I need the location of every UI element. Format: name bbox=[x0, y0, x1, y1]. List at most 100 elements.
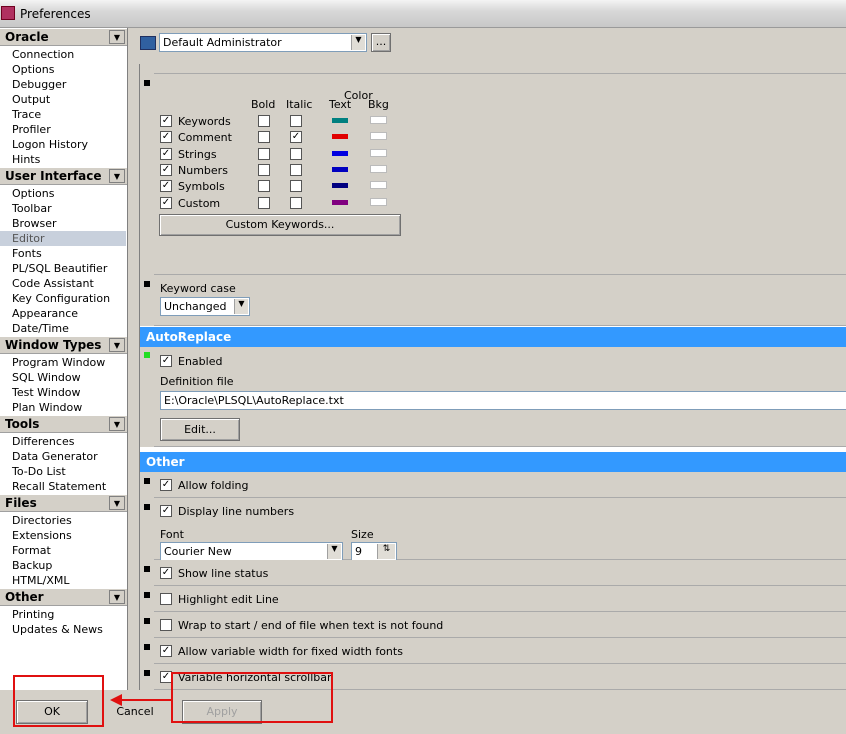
chevron-down-icon[interactable]: ▼ bbox=[109, 590, 125, 604]
chevron-down-icon[interactable]: ▼ bbox=[109, 496, 125, 510]
category-user-interface[interactable]: User Interface ▼ bbox=[0, 168, 127, 185]
sidebar-item-backup[interactable]: Backup bbox=[12, 558, 126, 573]
bold-checkbox[interactable] bbox=[258, 180, 270, 193]
chevron-down-icon[interactable]: ▼ bbox=[109, 338, 125, 352]
category-window-types[interactable]: Window Types ▼ bbox=[0, 337, 127, 354]
bold-checkbox[interactable] bbox=[258, 147, 270, 160]
display-line-numbers-label: Display line numbers bbox=[178, 505, 295, 518]
highlight-edit-line-checkbox[interactable] bbox=[160, 593, 172, 605]
text-color-swatch[interactable] bbox=[332, 118, 348, 123]
bkg-color-swatch[interactable] bbox=[370, 148, 387, 157]
italic-checkbox[interactable] bbox=[290, 115, 302, 127]
sidebar-item-printing[interactable]: Printing bbox=[12, 607, 126, 622]
bkg-color-swatch[interactable] bbox=[370, 164, 387, 173]
sidebar-item-hints[interactable]: Hints bbox=[12, 152, 126, 167]
sidebar-item-options[interactable]: Options bbox=[12, 186, 126, 201]
sidebar-item-pl-sql-beautifier[interactable]: PL/SQL Beautifier bbox=[12, 261, 126, 276]
sidebar-item-directories[interactable]: Directories bbox=[12, 513, 126, 528]
sidebar-item-code-assistant[interactable]: Code Assistant bbox=[12, 276, 126, 291]
syntax-enable-custom[interactable]: ✓ bbox=[160, 196, 172, 209]
sidebar-item-trace[interactable]: Trace bbox=[12, 107, 126, 122]
sidebar-item-key-configuration[interactable]: Key Configuration bbox=[12, 291, 126, 306]
text-color-swatch[interactable] bbox=[332, 134, 348, 140]
italic-checkbox[interactable] bbox=[290, 163, 302, 176]
sidebar-item-to-do-list[interactable]: To-Do List bbox=[12, 464, 126, 479]
text-color-swatch[interactable] bbox=[332, 199, 348, 205]
sidebar-item-updates-news[interactable]: Updates & News bbox=[12, 622, 126, 637]
edit-button[interactable]: Edit... bbox=[160, 418, 240, 441]
bkg-color-swatch[interactable] bbox=[370, 132, 387, 141]
section-gutter bbox=[140, 347, 154, 447]
spin-arrows-icon[interactable]: ⇅ bbox=[377, 544, 395, 559]
sidebar-item-debugger[interactable]: Debugger bbox=[12, 77, 126, 92]
wrap-search-checkbox[interactable] bbox=[160, 619, 172, 631]
italic-checkbox[interactable] bbox=[290, 180, 302, 193]
category-other[interactable]: Other ▼ bbox=[0, 589, 127, 606]
text-color-swatch[interactable] bbox=[332, 166, 348, 172]
bkg-color-swatch[interactable] bbox=[370, 116, 387, 124]
sidebar-item-profiler[interactable]: Profiler bbox=[12, 122, 126, 137]
profile-more-button[interactable]: ... bbox=[371, 33, 391, 52]
sidebar-item-editor[interactable]: Editor bbox=[0, 231, 126, 246]
display-line-numbers-checkbox[interactable]: ✓ bbox=[160, 505, 172, 517]
profile-select[interactable]: Default Administrator ▼ bbox=[159, 33, 367, 52]
sidebar-item-date-time[interactable]: Date/Time bbox=[12, 321, 126, 336]
sidebar-item-toolbar[interactable]: Toolbar bbox=[12, 201, 126, 216]
syntax-label-custom: Custom bbox=[178, 196, 221, 210]
sidebar-item-fonts[interactable]: Fonts bbox=[12, 246, 126, 261]
keyword-case-select[interactable]: Unchanged ▼ bbox=[160, 297, 250, 316]
allow-folding-checkbox[interactable]: ✓ bbox=[160, 479, 172, 491]
show-line-status-checkbox[interactable]: ✓ bbox=[160, 567, 172, 579]
syntax-enable-keywords[interactable]: ✓ bbox=[160, 115, 172, 127]
category-oracle[interactable]: Oracle ▼ bbox=[0, 29, 127, 46]
editor-preferences-panel: Default Administrator ▼ ... Color Bold Ita… bbox=[129, 28, 846, 716]
syntax-enable-comment[interactable]: ✓ bbox=[160, 131, 172, 144]
syntax-enable-symbols[interactable]: ✓ bbox=[160, 180, 172, 193]
sidebar-item-connection[interactable]: Connection bbox=[12, 47, 126, 62]
text-color-swatch[interactable] bbox=[332, 150, 348, 156]
sidebar-item-options[interactable]: Options bbox=[12, 62, 126, 77]
sidebar-item-test-window[interactable]: Test Window bbox=[12, 385, 126, 400]
bold-checkbox[interactable] bbox=[258, 115, 270, 127]
italic-checkbox[interactable]: ✓ bbox=[290, 131, 302, 144]
syntax-label-keywords: Keywords bbox=[178, 115, 231, 128]
sidebar-item-data-generator[interactable]: Data Generator bbox=[12, 449, 126, 464]
sidebar-item-differences[interactable]: Differences bbox=[12, 434, 126, 449]
syntax-enable-strings[interactable]: ✓ bbox=[160, 147, 172, 160]
section-gutter bbox=[140, 498, 154, 560]
category-files[interactable]: Files ▼ bbox=[0, 495, 127, 512]
autoreplace-enabled-checkbox[interactable]: ✓ bbox=[160, 355, 172, 367]
bkg-color-swatch[interactable] bbox=[370, 181, 387, 190]
sidebar-item-recall-statement[interactable]: Recall Statement bbox=[12, 479, 126, 494]
bkg-color-swatch[interactable] bbox=[370, 197, 387, 206]
chevron-down-icon[interactable]: ▼ bbox=[109, 169, 125, 183]
sidebar-item-format[interactable]: Format bbox=[12, 543, 126, 558]
sidebar-item-html-xml[interactable]: HTML/XML bbox=[12, 573, 126, 588]
chevron-down-icon[interactable]: ▼ bbox=[109, 417, 125, 431]
chevron-down-icon[interactable]: ▼ bbox=[109, 30, 125, 44]
bold-checkbox[interactable] bbox=[258, 131, 270, 144]
sidebar-item-browser[interactable]: Browser bbox=[12, 216, 126, 231]
sidebar-item-plan-window[interactable]: Plan Window bbox=[12, 400, 126, 415]
font-select[interactable]: Courier New ▼ bbox=[160, 542, 343, 561]
category-tools[interactable]: Tools ▼ bbox=[0, 416, 127, 433]
definition-file-input[interactable]: E:\Oracle\PLSQL\AutoReplace.txt bbox=[160, 391, 846, 410]
size-stepper[interactable]: 9 ⇅ bbox=[351, 542, 397, 561]
sidebar-item-output[interactable]: Output bbox=[12, 92, 126, 107]
custom-keywords-button[interactable]: Custom Keywords... bbox=[159, 214, 401, 236]
section-marker bbox=[144, 80, 150, 86]
text-color-swatch[interactable] bbox=[332, 183, 348, 189]
text-header: Text bbox=[329, 98, 352, 111]
sidebar-item-sql-window[interactable]: SQL Window bbox=[12, 370, 126, 385]
bold-checkbox[interactable] bbox=[258, 196, 270, 209]
variable-width-checkbox[interactable]: ✓ bbox=[160, 645, 172, 657]
sidebar-item-program-window[interactable]: Program Window bbox=[12, 355, 126, 370]
italic-checkbox[interactable] bbox=[290, 147, 302, 160]
syntax-enable-numbers[interactable]: ✓ bbox=[160, 163, 172, 176]
bold-checkbox[interactable] bbox=[258, 163, 270, 176]
category-label: User Interface bbox=[5, 169, 102, 183]
italic-checkbox[interactable] bbox=[290, 196, 302, 209]
sidebar-item-appearance[interactable]: Appearance bbox=[12, 306, 126, 321]
sidebar-item-extensions[interactable]: Extensions bbox=[12, 528, 126, 543]
sidebar-item-logon-history[interactable]: Logon History bbox=[12, 137, 126, 152]
